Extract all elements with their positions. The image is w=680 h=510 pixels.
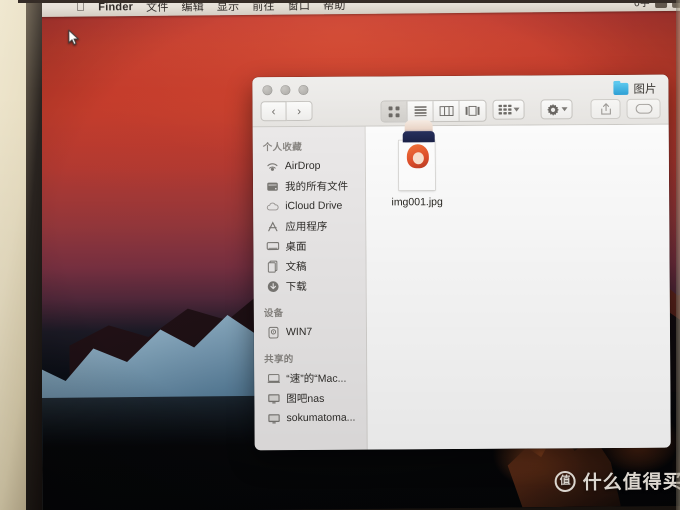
sidebar-item-label: WIN7 [285,325,313,339]
sidebar-item-shared-nas[interactable]: 图吧nas [254,388,366,409]
sidebar-item-label: “速”的“Mac... [286,372,347,385]
display-icon [268,413,280,424]
column-view-button[interactable] [433,100,460,122]
sidebar-item-win7[interactable]: WIN7 [254,322,366,343]
navigation-buttons: ‹ › [260,100,313,122]
finder-window[interactable]: 图片 ‹ › 个人收藏 AirDrop 我的所有文件 iCloud Drive … [252,74,671,451]
share-control [590,98,621,120]
sidebar-header-devices: 设备 [263,308,284,320]
watermark: 值 什么值得买 [554,467,680,495]
view-mode-segmented-control [380,99,487,123]
icon-view-button[interactable] [381,101,408,122]
share-button[interactable] [590,98,621,120]
image-thumbnail [398,120,436,191]
sidebar-item-label: 下载 [285,280,307,293]
window-title: 图片 [633,83,657,96]
watermark-badge: 值 [554,470,576,493]
airdrop-icon [267,162,278,171]
arrange-by-button[interactable] [492,99,525,120]
sidebar-item-label: iCloud Drive [285,199,343,213]
blue-folder-icon [613,82,629,95]
sidebar-item-documents[interactable]: 文稿 [253,256,365,277]
zoom-button[interactable] [298,84,309,95]
tags-button[interactable] [626,98,661,119]
sidebar-item-label: sokumatoma... [286,411,356,425]
window-title-group: 图片 [613,81,656,97]
monitor-bezel-left [26,0,42,510]
finder-titlebar[interactable]: 图片 ‹ › [252,74,669,128]
sidebar-item-downloads[interactable]: 下载 [254,276,366,297]
sidebar-item-label: 应用程序 [285,220,328,233]
chevron-down-icon [513,107,520,112]
file-item[interactable]: img001.jpg [378,120,456,209]
arrow-cursor [68,29,80,46]
action-menu-control [540,99,573,120]
sidebar-header-shared: 共享的 [264,354,294,366]
desktop-icon [266,241,280,250]
sidebar-item-all-files[interactable]: 我的所有文件 [253,176,365,197]
applications-icon [268,220,278,231]
sidebar-item-airdrop[interactable]: AirDrop [253,156,365,177]
back-button[interactable]: ‹ [260,101,287,122]
screen-area:  Finder 文件 编辑 显示 前往 窗口 帮助 0字 [38,0,680,510]
finder-body: 个人收藏 AirDrop 我的所有文件 iCloud Drive 应用程序 桌面… [252,120,671,451]
sidebar-item-label: 文稿 [285,260,307,273]
downloads-icon [267,280,279,292]
minimize-button[interactable] [280,85,291,96]
monitor-photo:  Finder 文件 编辑 显示 前往 窗口 帮助 0字 [0,0,680,510]
wall-right-edge [676,0,680,510]
watermark-text: 什么值得买 [582,471,680,494]
sidebar-item-label: 图吧nas [286,392,325,405]
forward-button[interactable]: › [286,100,313,122]
sidebar-item-label: AirDrop [284,159,321,173]
list-view-button[interactable] [407,101,434,122]
sidebar-item-icloud-drive[interactable]: iCloud Drive [253,196,365,217]
monitor-bezel-top [18,0,680,3]
laptop-icon [267,373,280,383]
display-icon [268,393,280,404]
sidebar-item-desktop[interactable]: 桌面 [253,236,365,257]
file-name-label: img001.jpg [391,196,443,209]
chevron-down-icon [561,107,568,112]
tags-control [626,98,661,119]
finder-sidebar: 个人收藏 AirDrop 我的所有文件 iCloud Drive 应用程序 桌面… [252,126,368,451]
sidebar-item-shared-sokumatoma[interactable]: sokumatoma... [254,408,366,429]
coverflow-view-button[interactable] [459,101,485,121]
sidebar-header-favorites: 个人收藏 [262,141,303,154]
icloud-icon [266,202,279,210]
file-browser-pane[interactable]: img001.jpg [365,120,671,450]
arrange-by-control [492,99,525,120]
hard-disk-icon [268,326,279,338]
all-files-icon [267,182,278,191]
sidebar-item-label: 我的所有文件 [285,180,349,193]
close-button[interactable] [262,85,273,96]
sidebar-item-shared-mac[interactable]: “速”的“Mac... [254,368,366,389]
documents-icon [267,260,278,273]
traffic-lights [262,84,309,96]
action-gear-button[interactable] [540,99,573,120]
sidebar-item-label: 桌面 [285,240,307,253]
sidebar-item-applications[interactable]: 应用程序 [253,216,365,237]
